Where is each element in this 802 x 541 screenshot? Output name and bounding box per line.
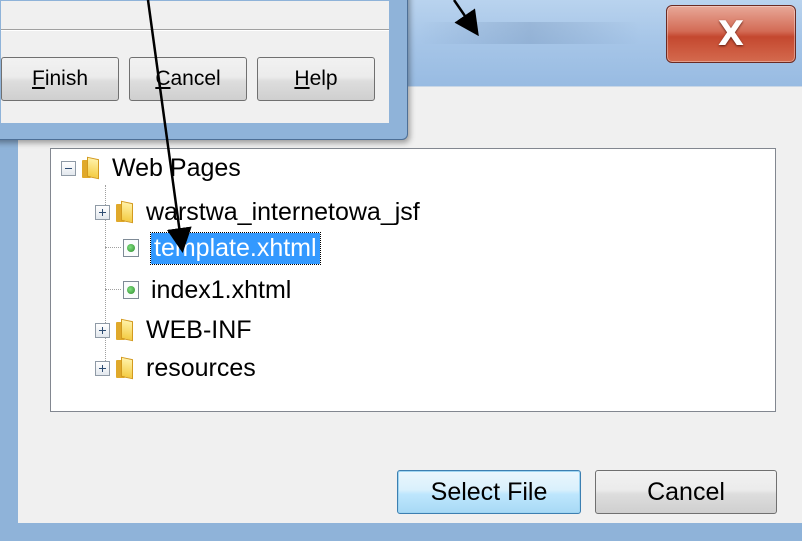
- tree-node-folder[interactable]: resources: [95, 351, 256, 385]
- wizard-content: Finish Cancel Help: [1, 1, 389, 123]
- expand-icon[interactable]: [95, 322, 110, 338]
- cancel-button[interactable]: Cancel: [595, 470, 777, 514]
- folder-icon: [82, 158, 100, 178]
- tree-node-file[interactable]: template.xhtml: [123, 231, 321, 265]
- close-icon: X: [717, 14, 745, 54]
- expand-icon[interactable]: [95, 360, 110, 376]
- select-file-button[interactable]: Select File: [397, 470, 581, 514]
- help-label: Help: [294, 67, 338, 90]
- tree-node-file[interactable]: index1.xhtml: [123, 273, 291, 307]
- finish-button[interactable]: Finish: [1, 57, 119, 101]
- file-tree[interactable]: Web Pages warstwa_internetowa_jsf templa…: [50, 148, 776, 412]
- tree-node-folder[interactable]: WEB-INF: [95, 313, 252, 347]
- tree-node-label-selected: template.xhtml: [150, 231, 321, 265]
- select-file-label: Select File: [430, 477, 548, 506]
- tree-node-label: Web Pages: [112, 153, 241, 182]
- tree-node-label: warstwa_internetowa_jsf: [146, 197, 420, 226]
- finish-label: Finish: [31, 67, 89, 90]
- cancel-label: Cancel: [647, 477, 725, 506]
- tree-node-label: index1.xhtml: [151, 275, 292, 304]
- tree-connector: [105, 289, 121, 290]
- tree-node-label: resources: [146, 353, 256, 382]
- collapse-icon[interactable]: [61, 160, 76, 176]
- tree-connector: [105, 247, 121, 248]
- xhtml-file-icon: [123, 281, 139, 299]
- close-button[interactable]: X: [666, 5, 796, 63]
- cancel-label: Cancel: [155, 67, 221, 90]
- folder-icon: [116, 358, 134, 378]
- expand-icon[interactable]: [95, 204, 110, 220]
- xhtml-file-icon: [123, 239, 139, 257]
- titlebar-blur: [420, 22, 640, 44]
- help-button[interactable]: Help: [257, 57, 375, 101]
- divider: [1, 30, 389, 31]
- folder-icon: [116, 202, 134, 222]
- tree-node-root[interactable]: Web Pages: [61, 151, 241, 185]
- tree-node-folder[interactable]: warstwa_internetowa_jsf: [95, 195, 420, 229]
- wizard-cancel-button[interactable]: Cancel: [129, 57, 247, 101]
- folder-icon: [116, 320, 134, 340]
- tree-node-label: WEB-INF: [146, 315, 252, 344]
- wizard-dialog: Finish Cancel Help: [0, 0, 408, 140]
